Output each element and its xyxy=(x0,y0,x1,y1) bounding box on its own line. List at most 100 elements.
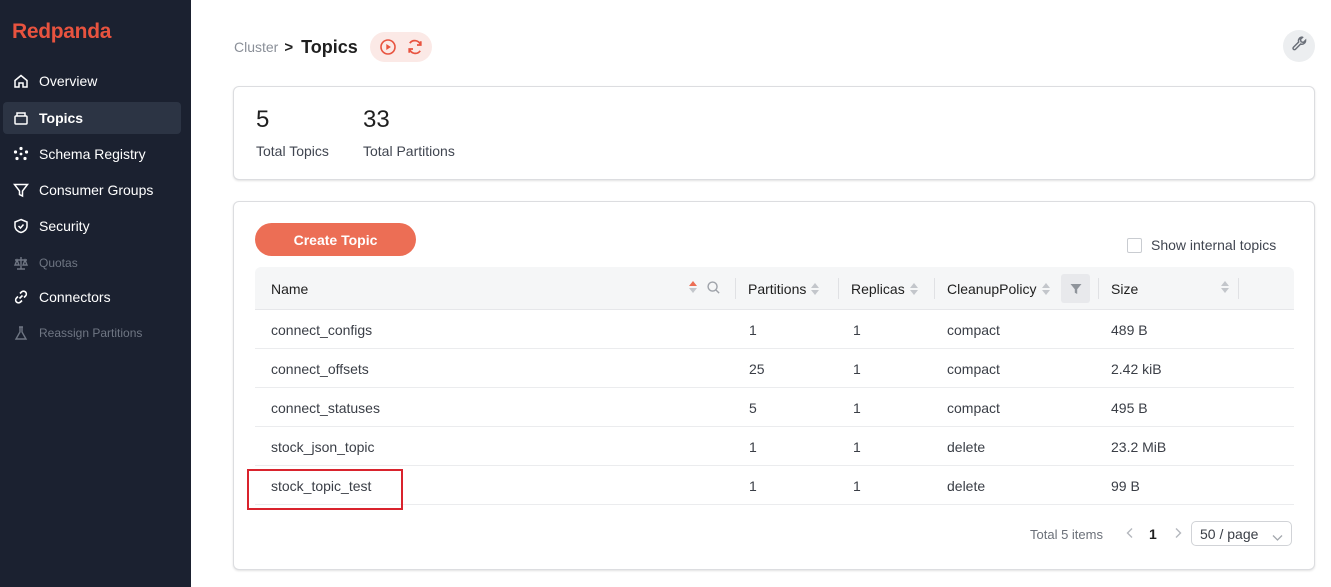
sidebar-item-label: Schema Registry xyxy=(39,146,146,162)
size-cell: 2.42 kiB xyxy=(1111,360,1162,377)
topic-name[interactable]: connect_configs xyxy=(271,310,372,349)
table-row[interactable]: connect_offsets 25 1 compact 2.42 kiB xyxy=(255,349,1294,388)
shield-icon xyxy=(13,218,29,234)
next-page-button[interactable] xyxy=(1173,522,1183,546)
replicas-cell: 1 xyxy=(853,399,861,416)
create-topic-button[interactable]: Create Topic xyxy=(255,223,416,256)
sort-icon[interactable] xyxy=(1041,282,1050,295)
prev-page-button[interactable] xyxy=(1125,522,1135,546)
topics-icon xyxy=(13,110,29,126)
sidebar-item-quotas: Quotas xyxy=(3,247,181,279)
table-header: Name Partitions Replicas CleanupPolicy S… xyxy=(255,267,1294,310)
sidebar: Redpanda Overview Topics Schema Registry… xyxy=(0,0,191,587)
partitions-cell: 1 xyxy=(749,438,757,455)
table-row[interactable]: stock_topic_test 1 1 delete 99 B xyxy=(255,466,1294,505)
home-icon xyxy=(13,73,29,89)
highlight-box xyxy=(247,469,403,510)
sidebar-item-label: Topics xyxy=(39,110,84,126)
page-size-select[interactable]: 50 / page xyxy=(1191,521,1292,546)
stat-total-topics: 5 Total Topics xyxy=(256,106,329,160)
sort-icon[interactable] xyxy=(909,282,918,295)
sidebar-item-reassign-partitions: Reassign Partitions xyxy=(3,317,181,349)
sidebar-item-consumer-groups[interactable]: Consumer Groups xyxy=(3,174,181,206)
sidebar-item-label: Quotas xyxy=(39,256,78,270)
cleanup-policy-cell: compact xyxy=(947,321,1000,338)
topic-name[interactable]: connect_offsets xyxy=(271,349,369,388)
partitions-cell: 1 xyxy=(749,321,757,338)
sidebar-item-label: Overview xyxy=(39,73,98,89)
show-internal-label: Show internal topics xyxy=(1151,237,1277,253)
settings-wrench-button[interactable] xyxy=(1283,30,1315,62)
stat-label: Total Partitions xyxy=(363,143,455,159)
column-header-name[interactable]: Name xyxy=(271,267,308,310)
show-internal-checkbox[interactable] xyxy=(1127,237,1142,253)
sidebar-item-connectors[interactable]: Connectors xyxy=(3,281,181,313)
replicas-cell: 1 xyxy=(853,360,861,377)
size-cell: 489 B xyxy=(1111,321,1148,338)
replicas-cell: 1 xyxy=(853,477,861,494)
chevron-right-icon xyxy=(1173,527,1183,542)
stat-value: 33 xyxy=(363,106,390,133)
app-root: Redpanda Overview Topics Schema Registry… xyxy=(0,0,1331,587)
table-row[interactable]: connect_configs 1 1 compact 489 B xyxy=(255,310,1294,349)
cleanup-policy-cell: delete xyxy=(947,477,986,494)
topic-name[interactable]: stock_json_topic xyxy=(271,427,375,466)
filter-funnel-icon xyxy=(13,182,29,198)
page-size-value: 50 / page xyxy=(1200,525,1259,542)
sidebar-item-topics[interactable]: Topics xyxy=(3,102,181,134)
size-cell: 23.2 MiB xyxy=(1111,438,1167,455)
topics-table-card: Create Topic Show internal topics Name P… xyxy=(233,201,1315,570)
page-title: Topics xyxy=(301,36,358,57)
column-header-size[interactable]: Size xyxy=(1111,267,1138,310)
breadcrumb-cluster-link[interactable]: Cluster xyxy=(234,39,278,55)
scale-icon xyxy=(13,255,29,271)
cleanup-policy-cell: compact xyxy=(947,399,1000,416)
sidebar-item-security[interactable]: Security xyxy=(3,210,181,242)
partitions-cell: 5 xyxy=(749,399,757,416)
table-row[interactable]: stock_json_topic 1 1 delete 23.2 MiB xyxy=(255,427,1294,466)
replicas-cell: 1 xyxy=(853,438,861,455)
pagination-total: Total 5 items xyxy=(1030,526,1103,542)
column-header-replicas[interactable]: Replicas xyxy=(851,267,918,310)
stat-total-partitions: 33 Total Partitions xyxy=(363,106,455,160)
link-icon xyxy=(13,289,29,305)
sidebar-item-label: Connectors xyxy=(39,289,111,305)
flask-icon xyxy=(13,325,29,341)
sort-icon[interactable] xyxy=(811,282,820,295)
sort-size-icon[interactable] xyxy=(1221,281,1229,293)
page-number-current[interactable]: 1 xyxy=(1149,522,1157,546)
table-row[interactable]: connect_statuses 5 1 compact 495 B xyxy=(255,388,1294,427)
sidebar-item-schema-registry[interactable]: Schema Registry xyxy=(3,138,181,170)
refresh-controls xyxy=(370,32,432,62)
stat-value: 5 xyxy=(256,106,270,133)
filter-icon[interactable] xyxy=(1061,274,1090,303)
topic-name[interactable]: connect_statuses xyxy=(271,388,380,427)
schema-icon xyxy=(13,146,29,162)
column-header-cleanup-policy[interactable]: CleanupPolicy xyxy=(947,267,1050,310)
brand-logo[interactable]: Redpanda xyxy=(12,20,111,44)
sidebar-item-label: Consumer Groups xyxy=(39,182,154,198)
replicas-cell: 1 xyxy=(853,321,861,338)
stat-label: Total Topics xyxy=(256,143,329,159)
stats-card: 5 Total Topics 33 Total Partitions xyxy=(233,86,1315,180)
refresh-icon[interactable] xyxy=(404,36,426,58)
wrench-icon xyxy=(1291,35,1308,57)
sidebar-item-overview[interactable]: Overview xyxy=(3,65,181,97)
column-header-partitions[interactable]: Partitions xyxy=(748,267,820,310)
cleanup-policy-cell: delete xyxy=(947,438,986,455)
chevron-left-icon xyxy=(1125,527,1135,542)
partitions-cell: 25 xyxy=(749,360,765,377)
partitions-cell: 1 xyxy=(749,477,757,494)
size-cell: 99 B xyxy=(1111,477,1140,494)
size-cell: 495 B xyxy=(1111,399,1148,416)
search-icon[interactable] xyxy=(706,280,721,300)
breadcrumb-separator: > xyxy=(284,38,294,56)
play-icon[interactable] xyxy=(377,36,399,58)
sidebar-item-label: Security xyxy=(39,218,90,234)
show-internal-topics-toggle[interactable]: Show internal topics xyxy=(1127,237,1276,253)
sort-name-icon[interactable] xyxy=(689,281,697,293)
cleanup-policy-cell: compact xyxy=(947,360,1000,377)
breadcrumb: Cluster > Topics xyxy=(234,36,358,58)
chevron-down-icon xyxy=(1272,529,1283,545)
sidebar-item-label: Reassign Partitions xyxy=(39,326,143,340)
